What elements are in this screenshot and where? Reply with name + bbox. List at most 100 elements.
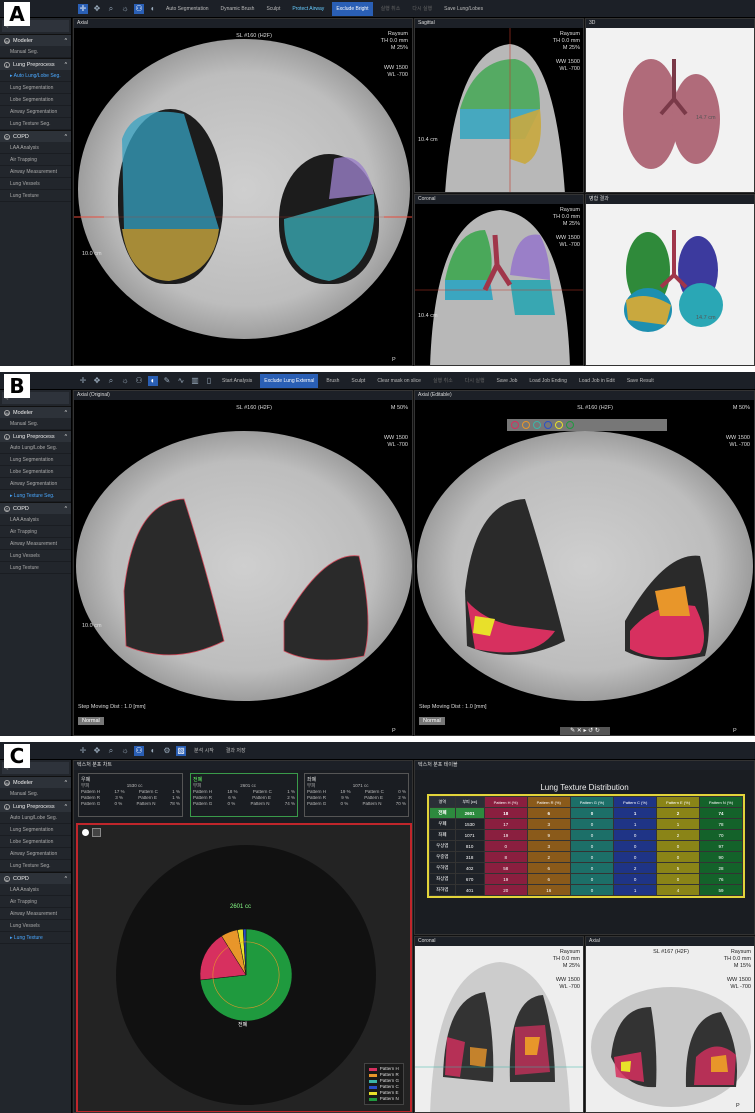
pen-icon[interactable]: ✎ xyxy=(162,376,172,386)
table-row[interactable]: 우폐 1530 17 3 0 1 1 78 xyxy=(429,818,744,830)
sidebar-item-air-trapping[interactable]: Air Trapping xyxy=(0,154,71,166)
sidebar-item-manual-seg[interactable]: Manual Seg. xyxy=(0,46,71,58)
sidebar-item-air-trapping[interactable]: Air Trapping xyxy=(0,526,71,538)
sidebar-item-lung-texture[interactable]: Lung Texture xyxy=(0,190,71,202)
protect-airway-button[interactable]: Protect Airway xyxy=(288,2,328,16)
sidebar-item-texture-seg[interactable]: ▸ Lung Texture Seg. xyxy=(0,490,71,502)
mask-icon[interactable]: ◐ xyxy=(148,4,158,14)
coronal-viewport[interactable]: Coronal Raysum TH 0.0 mm M 25% WW 1500 W… xyxy=(414,194,584,366)
pointer-icon[interactable]: ✛ xyxy=(78,746,88,756)
merged-viewport[interactable]: 병합 결과 14.7 cm xyxy=(585,194,755,366)
coronal-viewport-c[interactable]: Coronal Raysum TH 0.0 mm M 25% WW 1500 W… xyxy=(414,936,584,1113)
pointer-icon[interactable]: ✛ xyxy=(78,376,88,386)
sidebar-item-airway-measurement[interactable]: Airway Measurement xyxy=(0,538,71,550)
table-row[interactable]: 좌상엽 670 19 6 0 0 0 76 xyxy=(429,873,744,885)
settings-icon[interactable]: ⚙ xyxy=(162,746,172,756)
exclude-bright-button[interactable]: Exclude Bright xyxy=(332,1,373,16)
sidebar-item-manual-seg[interactable]: Manual Seg. xyxy=(0,418,71,430)
dynamic-brush-button[interactable]: Dynamic Brush xyxy=(217,2,259,16)
table-row[interactable]: 전폐 2601 18 6 0 1 2 74 xyxy=(429,807,744,819)
undo-button[interactable]: 실행 취소 xyxy=(377,2,405,16)
sidebar-group-copd[interactable]: C COPD ^ xyxy=(0,130,71,142)
table-row[interactable]: 우하엽 402 58 6 0 2 5 28 xyxy=(429,862,744,874)
sidebar-item-airway-seg[interactable]: Airway Segmentation xyxy=(0,478,71,490)
sagittal-viewport[interactable]: Sagittal Raysum TH 0.0 mm M 25% WW 1500 … xyxy=(414,18,584,193)
pointer-icon[interactable]: ✛ xyxy=(78,3,88,14)
sidebar-item-airway-seg[interactable]: Airway Segmentation xyxy=(0,848,71,860)
3d-viewport[interactable]: 3D 14.7 cm xyxy=(585,18,755,193)
pan-icon[interactable]: ✥ xyxy=(92,4,102,14)
window-level-icon[interactable]: ☼ xyxy=(120,746,130,756)
sidebar-group-modeler[interactable]: M Modeler ^ xyxy=(0,406,71,418)
table-row[interactable]: 우상엽 810 0 3 0 0 0 97 xyxy=(429,840,744,852)
analysis-start-button[interactable]: 분석 시작 xyxy=(190,744,218,758)
redo-button[interactable]: 다시 실행 xyxy=(408,2,436,16)
sidebar-item-lobe-seg[interactable]: Lobe Segmentation xyxy=(0,836,71,848)
load-job-edit-button[interactable]: Load Job in Edit xyxy=(575,374,619,388)
sidebar-item-lung-texture[interactable]: ▸ Lung Texture xyxy=(0,932,71,944)
axial-viewport-c[interactable]: Axial SL #167 (H2F) Raysum TH 0.0 mm M 1… xyxy=(585,936,755,1113)
sidebar-item-laa[interactable]: LAA Analysis xyxy=(0,514,71,526)
clear-mask-button[interactable]: Clear mask on slice xyxy=(373,374,425,388)
sidebar-item-lobe-seg[interactable]: Lobe Segmentation xyxy=(0,466,71,478)
normal-tag[interactable]: Normal xyxy=(419,717,445,725)
sidebar-item-airway-seg[interactable]: Airway Segmentation xyxy=(0,106,71,118)
sidebar-item-auto-lung-lobe[interactable]: Auto Lung/Lobe Seg. xyxy=(0,442,71,454)
sidebar-group-copd[interactable]: C COPD ^ xyxy=(0,872,71,884)
sidebar-group-lung-preprocess[interactable]: L Lung Preprocess ^ xyxy=(0,58,71,70)
people-icon[interactable]: ⚇ xyxy=(134,376,144,386)
axial-original-viewport[interactable]: Axial (Original) SL #160 (H2F) M 50% WW … xyxy=(73,390,413,736)
sidebar-item-lung-vessels[interactable]: Lung Vessels xyxy=(0,178,71,190)
people-icon[interactable]: ⚇ xyxy=(134,3,144,14)
save-result-button[interactable]: 결과 저장 xyxy=(222,744,250,758)
normal-tag[interactable]: Normal xyxy=(78,717,104,725)
edit-tools-bar[interactable]: ✎ ✕ ▸ ↺ ↻ xyxy=(560,727,610,735)
sidebar-item-texture-seg[interactable]: Lung Texture Seg. xyxy=(0,860,71,872)
save-result-button[interactable]: Save Result xyxy=(623,374,658,388)
axial-viewport-a[interactable]: Axial SL #160 (H2F) Raysum TH 0.0 mm M 2… xyxy=(73,18,413,366)
sidebar-item-airway-measurement[interactable]: Airway Measurement xyxy=(0,908,71,920)
sidebar-item-lung-seg[interactable]: Lung Segmentation xyxy=(0,82,71,94)
axial-editable-viewport[interactable]: Axial (Editable) SL #160 (H2F) M 50% WW … xyxy=(414,390,755,736)
table-row[interactable]: 우중엽 318 8 2 0 0 0 90 xyxy=(429,851,744,863)
sidebar-group-lung-preprocess[interactable]: L Lung Preprocess ^ xyxy=(0,800,71,812)
auto-segmentation-button[interactable]: Auto Segmentation xyxy=(162,2,213,16)
redo-button[interactable]: 다시 실행 xyxy=(461,374,489,388)
brush-button[interactable]: Brush xyxy=(322,374,343,388)
table-row[interactable]: 좌하엽 401 20 16 0 1 4 59 xyxy=(429,884,744,896)
sidebar-item-auto-lung-lobe[interactable]: ▸ Auto Lung/Lobe Seg. xyxy=(0,70,71,82)
zoom-icon[interactable]: ⌕ xyxy=(106,376,116,386)
sidebar-item-lung-vessels[interactable]: Lung Vessels xyxy=(0,920,71,932)
sidebar-item-laa[interactable]: LAA Analysis xyxy=(0,142,71,154)
curve-icon[interactable]: ∿ xyxy=(176,376,186,386)
sidebar-item-air-trapping[interactable]: Air Trapping xyxy=(0,896,71,908)
start-analysis-button[interactable]: Start Analysis xyxy=(218,374,256,388)
window-level-icon[interactable]: ☼ xyxy=(120,376,130,386)
sculpt-button[interactable]: Sculpt xyxy=(347,374,369,388)
mask-icon[interactable]: ◐ xyxy=(148,375,158,386)
sidebar-group-lung-preprocess[interactable]: L Lung Preprocess ^ xyxy=(0,430,71,442)
mask-icon[interactable]: ◐ xyxy=(148,746,158,756)
zoom-icon[interactable]: ⌕ xyxy=(106,746,116,756)
sidebar-item-auto-lung-lobe[interactable]: Auto Lung/Lobe Seg. xyxy=(0,812,71,824)
sidebar-item-lung-vessels[interactable]: Lung Vessels xyxy=(0,550,71,562)
load-job-ending-button[interactable]: Load Job Ending xyxy=(525,374,571,388)
sidebar-group-modeler[interactable]: M Modeler ^ xyxy=(0,34,71,46)
sidebar-item-laa[interactable]: LAA Analysis xyxy=(0,884,71,896)
undo-button[interactable]: 실행 취소 xyxy=(429,374,457,388)
sidebar-item-texture-seg[interactable]: Lung Texture Seg. xyxy=(0,118,71,130)
sidebar-item-lobe-seg[interactable]: Lobe Segmentation xyxy=(0,94,71,106)
sidebar-item-lung-texture[interactable]: Lung Texture xyxy=(0,562,71,574)
sidebar-item-lung-seg[interactable]: Lung Segmentation xyxy=(0,824,71,836)
layers-icon[interactable]: ▧ xyxy=(176,745,186,756)
sidebar-item-manual-seg[interactable]: Manual Seg. xyxy=(0,788,71,800)
sidebar-item-lung-seg[interactable]: Lung Segmentation xyxy=(0,454,71,466)
people-icon[interactable]: ⚇ xyxy=(134,745,144,756)
chart-icon[interactable]: ▥ xyxy=(190,376,200,386)
trash-icon[interactable]: ▯ xyxy=(204,376,214,386)
sidebar-item-airway-measurement[interactable]: Airway Measurement xyxy=(0,166,71,178)
window-level-icon[interactable]: ☼ xyxy=(120,4,130,14)
sculpt-button[interactable]: Sculpt xyxy=(262,2,284,16)
save-lung-lobes-button[interactable]: Save Lung/Lobes xyxy=(440,2,487,16)
exclude-lung-external-button[interactable]: Exclude Lung External xyxy=(260,373,319,388)
